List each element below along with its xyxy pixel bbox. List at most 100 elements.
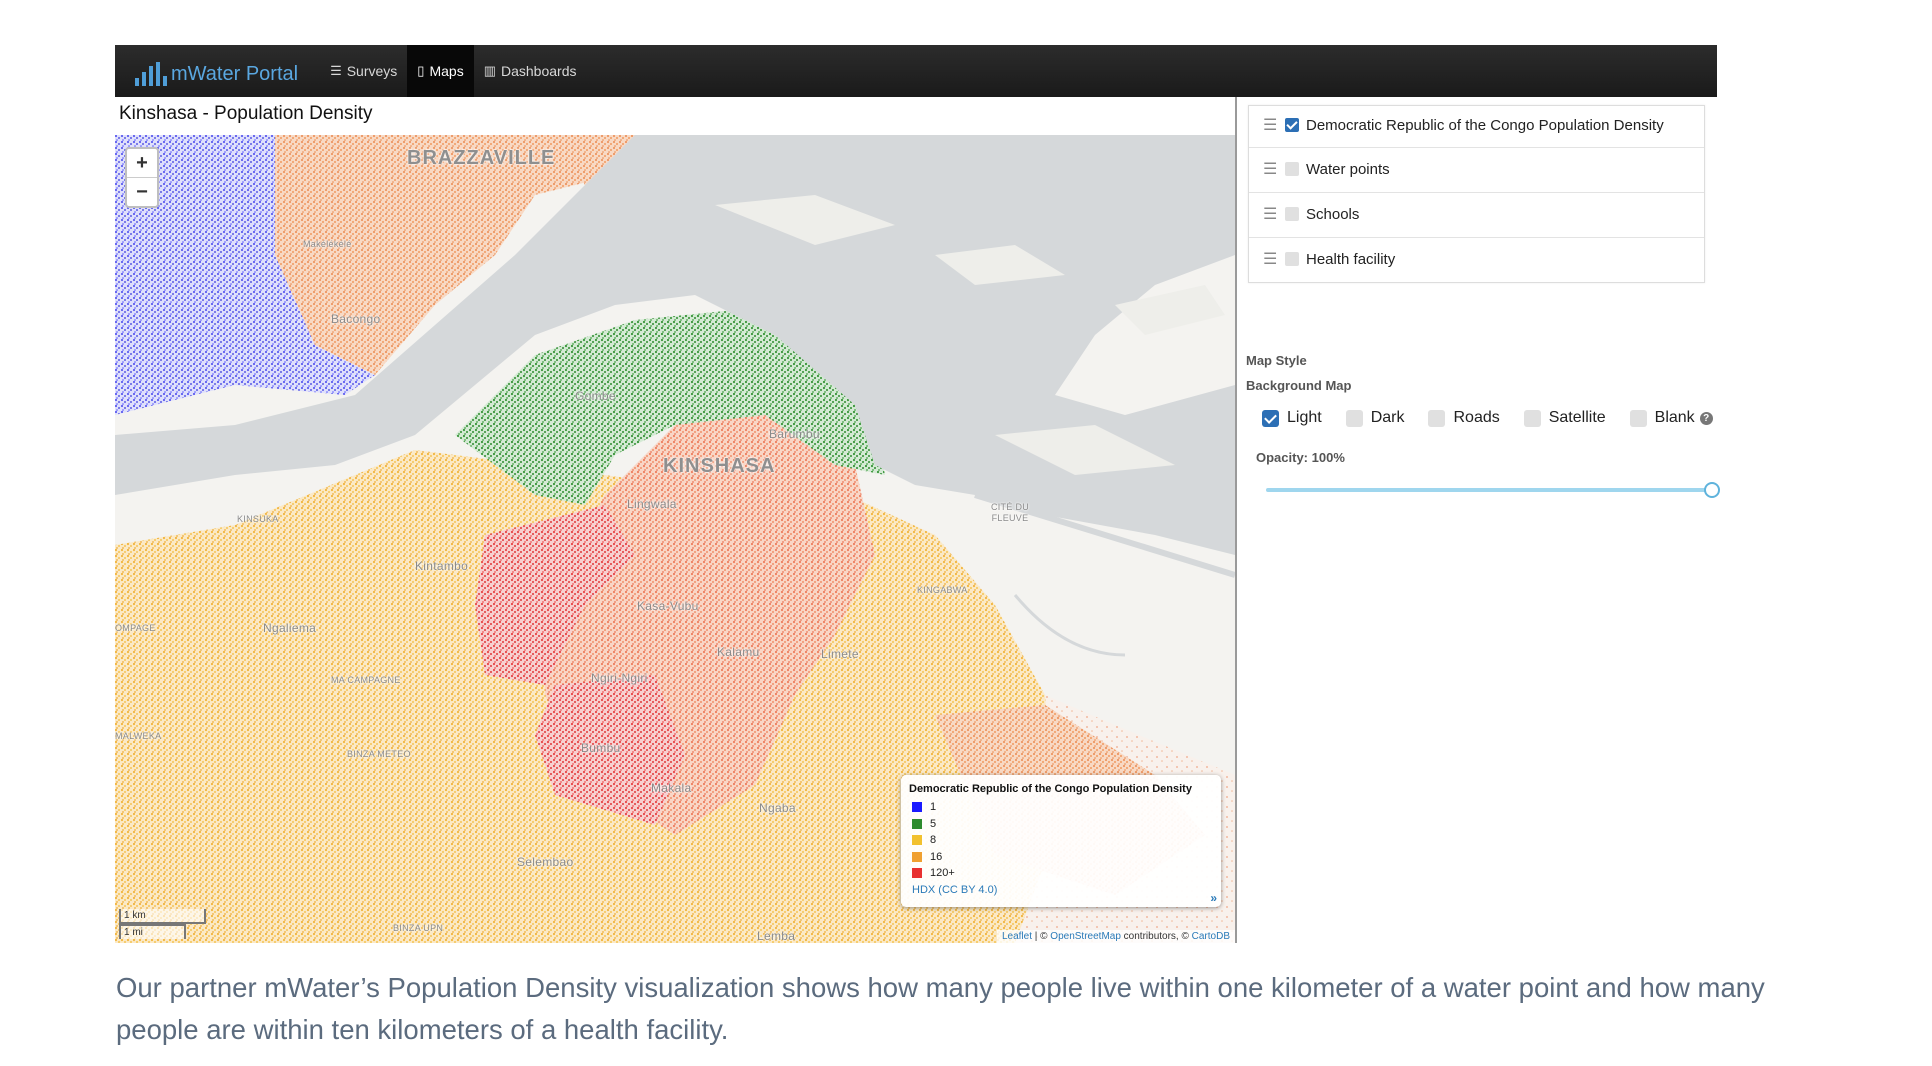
- list-icon: ☰: [330, 63, 342, 78]
- scale-mi: 1 mi: [119, 924, 186, 939]
- mwater-portal-window: mWater Portal ☰ Surveys ▯ Maps ▥ Dashboa…: [115, 45, 1720, 943]
- legend-label: 5: [930, 817, 937, 830]
- legend-label: 1: [930, 801, 937, 814]
- opacity-label: Opacity: 100%: [1256, 450, 1345, 465]
- legend-label: 8: [930, 834, 937, 847]
- cartodb-link[interactable]: CartoDB: [1192, 931, 1230, 942]
- osm-link[interactable]: OpenStreetMap: [1050, 931, 1121, 942]
- label-malweka: MALWEKA: [115, 731, 162, 741]
- drag-handle-icon[interactable]: ☰: [1263, 204, 1285, 226]
- bar-chart-logo-icon: [135, 62, 167, 86]
- layer-item-health-facility[interactable]: ☰ Health facility: [1249, 237, 1704, 282]
- legend-source-link[interactable]: HDX (CC BY 4.0): [912, 884, 1213, 896]
- legend-swatch: [912, 802, 922, 813]
- zoom-out-button[interactable]: −: [127, 177, 157, 206]
- bg-option-label: Light: [1287, 409, 1322, 426]
- label-kingabwa: KINGABWA: [917, 585, 968, 595]
- label-ngaba: Ngaba: [759, 801, 796, 815]
- map-icon: ▯: [417, 63, 425, 78]
- nav-dashboards-label: Dashboards: [500, 63, 577, 79]
- bg-option-light[interactable]: Light: [1262, 409, 1322, 427]
- layer-checkbox[interactable]: [1285, 118, 1299, 132]
- label-bumbu: Bumbu: [581, 741, 621, 755]
- nav-maps[interactable]: ▯ Maps: [407, 45, 474, 97]
- background-map-options: Light Dark Roads Satellite Blank?: [1262, 409, 1713, 427]
- zoom-in-button[interactable]: +: [127, 149, 157, 177]
- drag-handle-icon[interactable]: ☰: [1263, 249, 1285, 271]
- checkbox[interactable]: [1428, 409, 1446, 427]
- layer-checkbox[interactable]: [1285, 207, 1299, 221]
- legend-collapse-icon[interactable]: »: [1210, 891, 1217, 905]
- map-title: Kinshasa - Population Density: [119, 103, 373, 124]
- opacity-slider-handle[interactable]: [1704, 482, 1720, 498]
- scale-km: 1 km: [119, 909, 206, 924]
- map-attribution: Leaflet | © OpenStreetMap contributors, …: [996, 930, 1235, 943]
- legend-entry: 1: [909, 799, 1213, 816]
- attribution-contrib: contributors, ©: [1120, 931, 1192, 942]
- layer-checkbox[interactable]: [1285, 162, 1299, 176]
- checkbox[interactable]: [1523, 409, 1541, 427]
- map-canvas[interactable]: BRAZZAVILLE KINSHASA Gombe Barumbu Lingw…: [115, 135, 1235, 943]
- label-binza-meteo: BINZA METEO: [347, 749, 411, 759]
- top-navbar: mWater Portal ☰ Surveys ▯ Maps ▥ Dashboa…: [115, 45, 1717, 97]
- article-caption: Our partner mWater’s Population Density …: [116, 972, 1765, 1045]
- attribution-sep: | ©: [1031, 931, 1051, 942]
- layer-checkbox[interactable]: [1285, 252, 1299, 266]
- drag-handle-icon[interactable]: ☰: [1263, 115, 1285, 137]
- legend-title: Democratic Republic of the Congo Populat…: [909, 783, 1192, 795]
- legend-swatch: [912, 868, 922, 879]
- checkbox[interactable]: [1629, 409, 1647, 427]
- bg-option-label: Blank: [1654, 409, 1695, 426]
- nav-surveys[interactable]: ☰ Surveys: [320, 45, 407, 97]
- label-selembao: Selembao: [517, 855, 574, 869]
- checkbox[interactable]: [1345, 409, 1363, 427]
- label-kasa-vubu: Kasa-Vubu: [637, 599, 699, 613]
- layer-label: Democratic Republic of the Congo Populat…: [1306, 117, 1664, 134]
- layer-label: Water points: [1306, 161, 1390, 178]
- label-kalamu: Kalamu: [717, 645, 760, 659]
- legend-entry: 8: [909, 832, 1213, 849]
- legend-entry: 120+: [909, 865, 1213, 882]
- layer-item-population-density[interactable]: ☰ Democratic Republic of the Congo Popula…: [1249, 106, 1704, 147]
- label-cite-du-fleuve: CITÉ DU FLEUVE: [990, 502, 1030, 523]
- legend-swatch: [912, 818, 922, 829]
- layer-item-water-points[interactable]: ☰ Water points: [1249, 147, 1704, 192]
- map-style-heading: Map Style: [1246, 353, 1307, 368]
- legend-label: 16: [930, 850, 943, 863]
- help-icon[interactable]: ?: [1699, 411, 1713, 425]
- panel-divider[interactable]: [1235, 97, 1237, 943]
- leaflet-link[interactable]: Leaflet: [1002, 931, 1032, 942]
- bg-option-satellite[interactable]: Satellite: [1523, 409, 1606, 427]
- label-ompage: OMPAGE: [115, 623, 156, 633]
- layer-item-schools[interactable]: ☰ Schools: [1249, 192, 1704, 237]
- layer-label: Health facility: [1306, 251, 1396, 268]
- label-ngiri-ngiri: Ngiri-Ngiri: [591, 671, 648, 685]
- bg-option-label: Satellite: [1548, 409, 1606, 426]
- nav-dashboards[interactable]: ▥ Dashboards: [474, 45, 587, 97]
- label-brazzaville: BRAZZAVILLE: [407, 147, 556, 169]
- legend-swatch: [912, 835, 922, 846]
- layer-list: ☰ Democratic Republic of the Congo Popula…: [1248, 105, 1705, 283]
- scale-bar: 1 km 1 mi: [119, 909, 206, 939]
- label-makelekele: Makélékélé: [303, 239, 352, 249]
- label-ngaliema: Ngaliema: [263, 621, 317, 635]
- legend-entry: 5: [909, 816, 1213, 833]
- drag-handle-icon[interactable]: ☰: [1263, 159, 1285, 181]
- legend-swatch: [912, 851, 922, 862]
- bar-chart-icon: ▥: [483, 63, 496, 78]
- checkbox[interactable]: [1262, 409, 1279, 427]
- label-binza-upn: BINZA UPN: [393, 923, 444, 933]
- map-legend: Democratic Republic of the Congo Populat…: [901, 775, 1221, 907]
- brand-name: mWater Portal: [171, 63, 299, 85]
- legend-entry: 16: [909, 849, 1213, 866]
- label-lemba: Lemba: [757, 929, 796, 943]
- opacity-slider-track[interactable]: [1266, 488, 1714, 492]
- bg-option-roads[interactable]: Roads: [1428, 409, 1500, 427]
- bg-option-blank[interactable]: Blank?: [1629, 409, 1713, 427]
- label-gombe: Gombe: [575, 389, 616, 403]
- nav-maps-label: Maps: [429, 63, 464, 79]
- label-ma-campagne: MA CAMPAGNE: [331, 675, 401, 685]
- label-kinsuka: KINSUKA: [237, 514, 279, 524]
- bg-option-dark[interactable]: Dark: [1345, 409, 1404, 427]
- brand-logo[interactable]: mWater Portal: [135, 56, 298, 86]
